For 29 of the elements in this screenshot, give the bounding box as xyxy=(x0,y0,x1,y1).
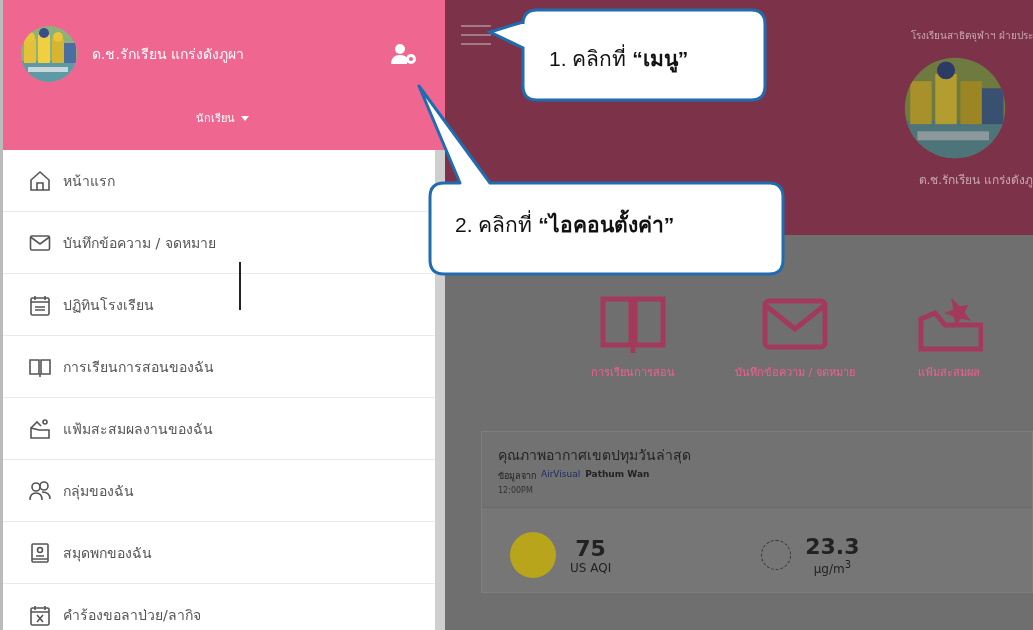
callout-text: 2. คลิกที่ “ไอคอนตั้งค่า” xyxy=(455,208,675,241)
menu-icon[interactable] xyxy=(461,24,491,46)
place-name: Pathum Wan xyxy=(585,469,650,481)
contact-book-icon xyxy=(29,541,51,564)
pm-unit: μg/m$^{3}$ xyxy=(813,559,851,576)
aqi-icon xyxy=(510,532,556,578)
user-name: ด.ช.รักเรียน แกร่งดังภู xyxy=(918,172,1033,189)
user-settings-icon[interactable] xyxy=(391,43,417,65)
user-name: ด.ช.รักเรียน แกร่งดังภูผา xyxy=(92,45,246,65)
portfolio-icon xyxy=(29,417,51,440)
calendar-x-icon xyxy=(29,603,51,626)
caret-icon xyxy=(241,115,249,121)
card-title: คุณภาพอากาศเขตปทุมวันล่าสุด xyxy=(498,446,692,466)
book-icon xyxy=(599,295,667,355)
school-name: โรงเรียนสาธิตจุฬาฯ ฝ่ายประ xyxy=(910,29,1033,43)
calendar-icon xyxy=(29,293,51,316)
home-icon xyxy=(29,169,51,192)
people-icon xyxy=(29,479,51,502)
menu-item[interactable]: แฟ้มสะสมผลงานของฉัน xyxy=(3,398,435,460)
menu-item[interactable]: การเรียนการสอนของฉัน xyxy=(3,336,435,398)
update-time: 12:00PM xyxy=(498,486,534,495)
aqi-value: 75 xyxy=(575,535,606,561)
pm-value: 23.3 xyxy=(805,534,860,559)
menu-item[interactable]: กลุ่มของฉัน xyxy=(3,460,435,522)
source-label: ข้อมูลจาก xyxy=(498,470,536,483)
aqi-unit: US AQI xyxy=(570,560,612,575)
menu-item[interactable]: สมุดพกของฉัน xyxy=(3,522,435,584)
text-cursor xyxy=(239,262,241,310)
callout-text: 1. คลิกที่ “เมนู” xyxy=(549,42,689,75)
